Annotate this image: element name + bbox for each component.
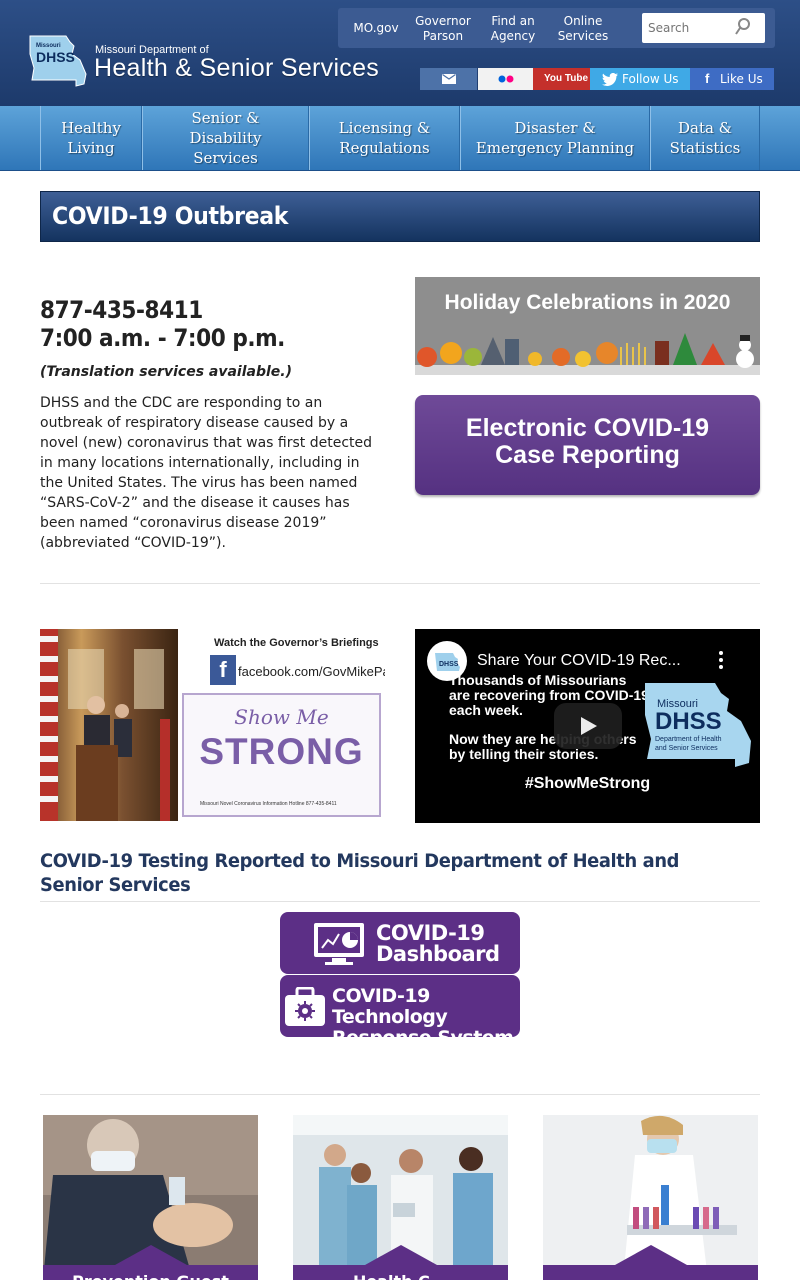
search-icon[interactable] — [735, 18, 751, 36]
twitter-follow-label: Follow Us — [622, 72, 679, 86]
twitter-follow-button[interactable]: Follow Us — [590, 68, 690, 90]
strong-text: STRONG — [199, 731, 364, 772]
governor-briefing-info: Watch the Governor’s Briefings f faceboo… — [178, 629, 385, 821]
section-divider — [40, 901, 760, 902]
facebook-icon: f — [210, 655, 236, 685]
envelope-icon — [442, 74, 456, 84]
twitter-bird-icon — [602, 73, 618, 86]
briefing-scene-illustration — [40, 629, 170, 821]
hotline-footer-text: Missouri Novel Coronavirus Information H… — [200, 801, 337, 807]
svg-text:and Senior Services: and Senior Services — [655, 745, 718, 752]
covid-dashboard-button[interactable]: COVID-19 Dashboard — [280, 912, 520, 974]
top-link-mo-gov[interactable]: MO.gov — [350, 21, 402, 36]
holiday-celebrations-banner[interactable]: Holiday Celebrations in 2020 — [415, 277, 760, 375]
top-link-find-agency[interactable]: Find an Agency — [484, 14, 542, 44]
logo-department-name: Health & Senior Services — [94, 54, 380, 82]
electronic-case-reporting-button[interactable]: Electronic COVID-19 Case Reporting — [415, 395, 760, 495]
video-play-button[interactable] — [554, 703, 622, 749]
show-me-strong-logo: Show Me STRONG Missouri Novel Coronaviru… — [182, 693, 381, 817]
facebook-like-button[interactable]: f Like Us — [690, 68, 774, 90]
dashboard-button-label: COVID-19 Dashboard — [376, 921, 500, 966]
youtube-label: You Tube — [544, 73, 589, 84]
site-header: Missouri DHSS Missouri Department of Hea… — [0, 0, 800, 106]
nav-licensing-regulations[interactable]: Licensing & Regulations — [309, 106, 460, 170]
svg-text:DHSS: DHSS — [655, 708, 722, 735]
email-button[interactable] — [420, 68, 477, 90]
search-box — [642, 13, 765, 43]
nav-healthy-living[interactable]: Healthy Living — [40, 106, 142, 170]
search-input[interactable] — [642, 13, 738, 43]
facebook-f-icon: f — [705, 71, 710, 86]
top-link-governor[interactable]: Governor Parson — [410, 14, 476, 44]
ecr-label: Electronic COVID-19 Case Reporting — [465, 414, 710, 469]
page-title-bar: COVID-19 Outbreak — [40, 191, 760, 242]
play-icon — [581, 717, 597, 735]
hotline-info: 877-435-8411 7:00 a.m. - 7:00 p.m. — [40, 296, 285, 352]
facebook-like-label: Like Us — [720, 72, 763, 86]
card-pointer — [615, 1245, 687, 1265]
logo-state-text: Missouri DHSS — [36, 43, 75, 65]
youtube-button[interactable]: You Tube — [533, 68, 590, 90]
video-text-line: Thousands of Missourians — [449, 672, 627, 688]
prevention-card[interactable]: Prevention Guest — [43, 1115, 258, 1280]
tech-button-label: COVID-19 Technology Response System — [332, 985, 514, 1049]
governor-briefings-banner[interactable]: Watch the Governor’s Briefings f faceboo… — [40, 629, 385, 821]
card-label: Health C... — [293, 1272, 508, 1280]
page-title: COVID-19 Outbreak — [52, 202, 289, 230]
section-divider — [40, 583, 760, 584]
top-link-online-services[interactable]: Online Services — [552, 14, 614, 44]
medical-kit-gear-icon — [285, 987, 325, 1026]
dashboard-monitor-icon — [314, 923, 364, 965]
card-label: Prevention Guest — [43, 1272, 258, 1280]
main-navigation: Healthy Living Senior & Disability Servi… — [0, 106, 800, 171]
video-text-line: are recovering from COVID-19 — [449, 687, 649, 703]
nav-senior-disability[interactable]: Senior & Disability Services — [142, 106, 309, 170]
card-pointer — [365, 1245, 437, 1265]
flickr-icon — [498, 75, 514, 83]
video-text-line: each week. — [449, 702, 523, 718]
hotline-hours: 7:00 a.m. - 7:00 p.m. — [40, 324, 285, 352]
section-divider — [40, 1094, 760, 1095]
video-title[interactable]: Share Your COVID-19 Rec... — [477, 652, 681, 670]
governor-briefing-photo — [40, 629, 178, 821]
hotline-phone[interactable]: 877-435-8411 — [40, 296, 285, 324]
video-text-line: by telling their stories. — [449, 746, 599, 762]
translation-note: (Translation services available.) — [40, 364, 293, 380]
card-pointer — [115, 1245, 187, 1265]
video-hashtag: #ShowMeStrong — [524, 775, 651, 792]
video-missouri-badge: Missouri DHSS Department of Health and S… — [645, 683, 751, 767]
nav-data-statistics[interactable]: Data & Statistics — [650, 106, 760, 170]
more-options-icon[interactable] — [719, 651, 723, 669]
holiday-banner-title: Holiday Celebrations in 2020 — [444, 291, 731, 314]
technology-response-system-button[interactable]: COVID-19 Technology Response System — [280, 975, 520, 1049]
testing-lab-card[interactable] — [543, 1115, 758, 1280]
flickr-button[interactable] — [478, 68, 533, 90]
top-links-bar: MO.gov Governor Parson Find an Agency On… — [338, 8, 775, 48]
youtube-video-embed[interactable]: DHSS Share Your COVID-19 Rec... Thousand… — [415, 629, 760, 823]
nav-disaster-emergency[interactable]: Disaster & Emergency Planning — [460, 106, 650, 170]
svg-text:Department of Health: Department of Health — [655, 736, 722, 743]
watch-briefings-text: Watch the Governor’s Briefings — [214, 637, 379, 649]
svg-text:DHSS: DHSS — [439, 661, 459, 668]
testing-section-title: COVID-19 Testing Reported to Missouri De… — [40, 850, 680, 896]
intro-paragraph: DHSS and the CDC are responding to an ou… — [40, 395, 373, 551]
show-me-text: Show Me — [234, 705, 329, 729]
health-care-card[interactable]: Health C... — [293, 1115, 508, 1280]
card-label-band — [543, 1265, 758, 1280]
governor-facebook-url: facebook.com/GovMikeParson — [238, 664, 385, 679]
